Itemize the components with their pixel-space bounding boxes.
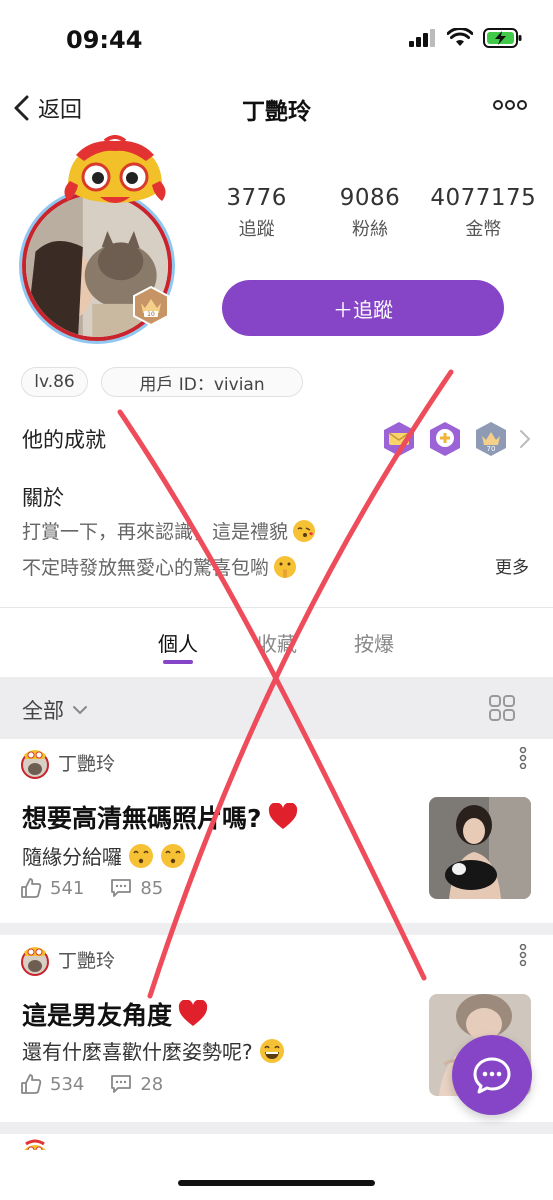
grid-view-icon[interactable]: [489, 695, 515, 721]
stat-value: 4077175: [430, 185, 537, 211]
cellular-signal-icon: [409, 29, 435, 47]
more-options-icon[interactable]: [493, 98, 527, 112]
post-separator: [0, 1122, 553, 1134]
about-text: 打賞一下，再來認識，這是禮貌: [22, 521, 289, 543]
post-title-text: 這是男友角度: [22, 1001, 173, 1030]
content-tabs: 個人 收藏 按爆: [0, 626, 553, 672]
post-stats: 534 28: [20, 1073, 189, 1095]
bottom-safe-area: [0, 1150, 553, 1200]
kissing-face-emoji-icon: [293, 519, 316, 542]
stat-value: 9086: [339, 185, 401, 211]
thumbs-up-icon: [21, 878, 42, 898]
post-title: 想要高清無碼照片嗎?: [22, 799, 298, 835]
chat-bubble-icon: [473, 1057, 511, 1094]
comment-icon: [111, 1075, 132, 1093]
comment-icon: [111, 879, 132, 897]
about-line: 打賞一下，再來認識，這是禮貌: [22, 517, 316, 544]
active-tab-indicator: [163, 660, 193, 664]
post-title-text: 想要高清無碼照片嗎?: [22, 804, 262, 833]
svg-text:70: 70: [487, 445, 496, 453]
profile-stats: 3776 追蹤 9086 粉絲 4077175 金幣: [200, 185, 540, 241]
like-group[interactable]: 541: [20, 877, 84, 899]
stat-value: 3776: [226, 185, 287, 211]
like-count: 541: [50, 877, 85, 899]
like-count: 534: [50, 1073, 85, 1095]
about-more-link[interactable]: 更多: [495, 553, 529, 578]
about-text: 不定時發放無愛心的驚喜包喲: [22, 557, 270, 579]
nav-bar: 返回 丁艷玲: [0, 80, 553, 136]
chat-fab-button[interactable]: [452, 1035, 532, 1115]
post-subtitle: 隨緣分給囉: [22, 841, 186, 870]
post-card[interactable]: 丁艷玲 想要高清無碼照片嗎? 隨緣分給囉 541 85: [0, 745, 553, 923]
filter-dropdown[interactable]: 全部: [22, 695, 88, 725]
comment-group[interactable]: 28: [110, 1074, 163, 1095]
achievement-badges: 70: [380, 420, 532, 458]
stat-following[interactable]: 3776 追蹤: [200, 185, 313, 241]
post-subtitle: 還有什麼喜歡什麼姿勢呢?: [22, 1036, 285, 1065]
post-header: 丁艷玲: [20, 745, 115, 779]
post-menu-icon[interactable]: [519, 747, 527, 769]
post-subtitle-text: 隨緣分給囉: [22, 845, 122, 869]
achievement-badge-icon: 70: [476, 422, 506, 456]
about-title: 關於: [22, 486, 64, 510]
post-stats: 541 85: [20, 877, 189, 899]
post-menu-icon[interactable]: [519, 944, 527, 966]
post-header: 丁艷玲: [20, 942, 115, 976]
profile-avatar[interactable]: 10: [22, 135, 172, 341]
author-avatar[interactable]: [20, 745, 50, 779]
author-avatar[interactable]: [20, 942, 50, 976]
achievement-badge-icon: [430, 422, 460, 456]
thumbs-up-icon: [21, 1074, 42, 1094]
stat-label: 追蹤: [238, 219, 275, 240]
tab-liked[interactable]: 按爆: [354, 628, 394, 657]
follow-button[interactable]: ＋追蹤: [222, 280, 504, 336]
level-badge-number: 10: [147, 311, 155, 318]
tab-favorites[interactable]: 收藏: [257, 628, 297, 657]
chevron-down-icon: [73, 706, 87, 715]
comment-count: 28: [140, 1073, 164, 1095]
like-group[interactable]: 534: [20, 1073, 84, 1095]
post-author: 丁艷玲: [58, 752, 116, 775]
section-divider: [0, 607, 553, 608]
grinning-face-emoji-icon: [259, 1038, 284, 1063]
post-title: 這是男友角度: [22, 996, 208, 1032]
status-icons: [409, 28, 523, 48]
chevron-right-icon: [520, 430, 531, 448]
battery-charging-icon: [483, 28, 522, 48]
post-subtitle-text: 還有什麼喜歡什麼姿勢呢?: [22, 1040, 253, 1064]
stat-coins[interactable]: 4077175 金幣: [427, 185, 540, 241]
level-crown-badge-icon: 10: [133, 285, 169, 327]
stat-label: 金幣: [465, 219, 502, 240]
filter-label: 全部: [22, 699, 64, 723]
red-heart-icon: [178, 1000, 208, 1026]
post-separator: [0, 923, 553, 935]
comment-group[interactable]: 85: [110, 878, 163, 899]
stat-followers[interactable]: 9086 粉絲: [313, 185, 426, 241]
red-heart-icon: [268, 803, 297, 829]
achievement-badge-icon: [384, 422, 414, 456]
status-time: 09:44: [66, 26, 143, 54]
post-author: 丁艷玲: [58, 949, 116, 972]
status-bar: 09:44: [0, 0, 553, 80]
lion-dance-hat-icon: [64, 135, 166, 203]
wifi-icon: [447, 28, 473, 46]
achievements-row[interactable]: 他的成就 70: [22, 420, 532, 460]
about-line: 不定時發放無愛心的驚喜包喲: [22, 553, 297, 580]
tab-personal[interactable]: 個人: [158, 628, 198, 657]
stat-label: 粉絲: [351, 219, 388, 240]
filter-bar: 全部: [0, 677, 553, 739]
comment-count: 85: [140, 877, 164, 899]
level-chip: lv.86: [21, 367, 88, 397]
home-indicator[interactable]: [178, 1180, 375, 1186]
achievements-title: 他的成就: [22, 428, 106, 452]
user-id-chip[interactable]: 用戶 ID：vivian: [101, 367, 303, 397]
shushing-face-emoji-icon: [274, 555, 297, 578]
post-thumbnail[interactable]: [429, 797, 531, 899]
page-title: 丁艷玲: [242, 99, 311, 125]
kissing-smiling-eyes-emoji-icon: [161, 843, 185, 868]
kissing-smiling-eyes-emoji-icon: [129, 843, 153, 868]
